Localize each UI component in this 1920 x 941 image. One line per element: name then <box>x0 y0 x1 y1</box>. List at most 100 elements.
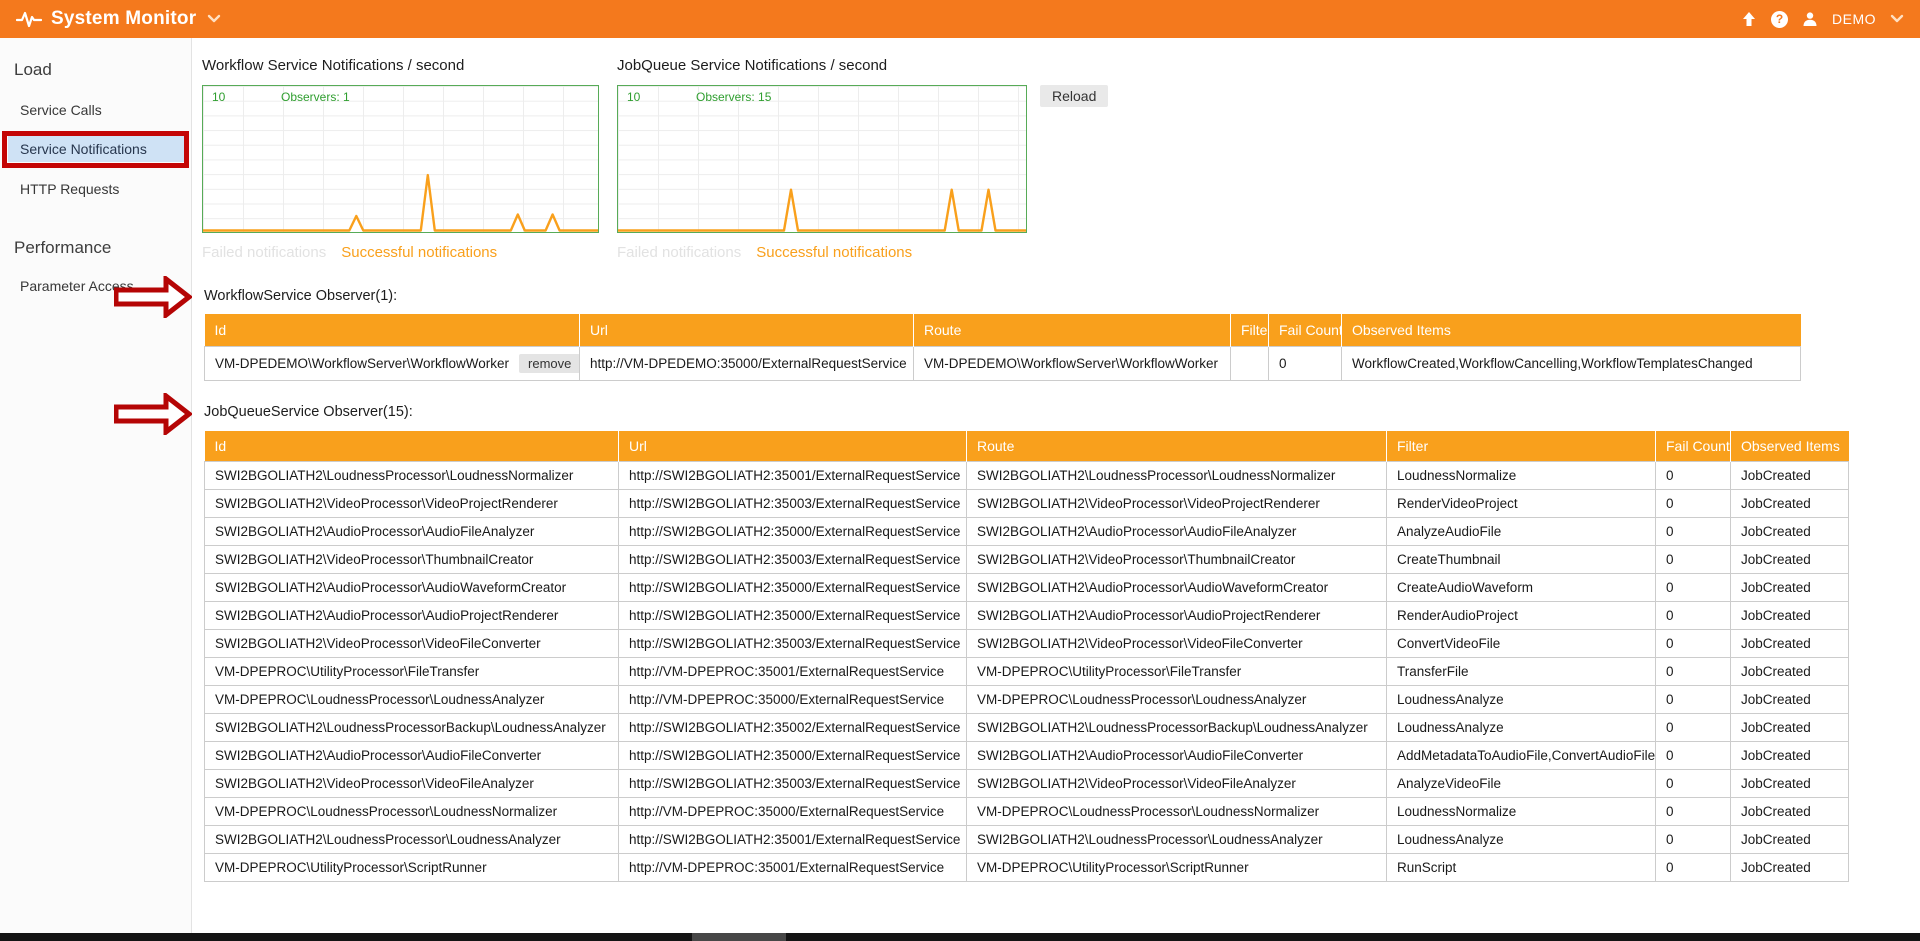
sidebar-item-service-notifications[interactable]: Service Notifications <box>8 136 184 162</box>
cell-observed-items: JobCreated <box>1731 601 1849 629</box>
cell-url: http://SWI2BGOLIATH2:35000/ExternalReque… <box>619 601 967 629</box>
cell-observed-items: JobCreated <box>1731 825 1849 853</box>
cell-filter: LoudnessNormalize <box>1387 461 1656 489</box>
sidebar-section-performance: Performance <box>14 238 111 258</box>
cell-id: VM-DPEPROC\UtilityProcessor\ScriptRunner <box>205 853 619 881</box>
cell-route: SWI2BGOLIATH2\VideoProcessor\VideoFileAn… <box>967 769 1387 797</box>
cell-filter: CreateThumbnail <box>1387 545 1656 573</box>
horizontal-scrollbar[interactable] <box>0 933 1920 941</box>
cell-url: http://SWI2BGOLIATH2:35000/ExternalReque… <box>619 517 967 545</box>
app-menu-chevron-icon[interactable] <box>207 14 221 24</box>
jobqueue-observer-heading: JobQueueService Observer(15): <box>204 404 413 420</box>
workflow-observer-table: IdUrlRouteFilterFail CountObserved Items… <box>204 314 1801 381</box>
sidebar-item-parameter-access[interactable]: Parameter Access <box>20 278 134 294</box>
pulse-icon <box>16 9 42 29</box>
column-header-url: Url <box>580 314 914 346</box>
cell-filter: AnalyzeAudioFile <box>1387 517 1656 545</box>
chart-title-workflow: Workflow Service Notifications / second <box>202 57 464 74</box>
column-header-filter: Filter <box>1231 314 1269 346</box>
user-icon <box>1802 11 1818 27</box>
cell-fail-count: 0 <box>1656 741 1731 769</box>
cell-id: SWI2BGOLIATH2\VideoProcessor\VideoProjec… <box>205 489 619 517</box>
cell-route: SWI2BGOLIATH2\LoudnessProcessorBackup\Lo… <box>967 713 1387 741</box>
cell-observed-items: JobCreated <box>1731 853 1849 881</box>
user-name[interactable]: DEMO <box>1832 11 1876 27</box>
cell-id: SWI2BGOLIATH2\AudioProcessor\AudioProjec… <box>205 601 619 629</box>
table-row: SWI2BGOLIATH2\VideoProcessor\VideoProjec… <box>205 489 1849 517</box>
user-menu-chevron-icon[interactable] <box>1890 14 1904 24</box>
cell-id: SWI2BGOLIATH2\AudioProcessor\AudioFileCo… <box>205 741 619 769</box>
table-row: SWI2BGOLIATH2\LoudnessProcessor\Loudness… <box>205 825 1849 853</box>
cell-fail-count: 0 <box>1656 713 1731 741</box>
chart-jobqueue: 10 Observers: 15 <box>617 85 1027 233</box>
cell-observed-items: JobCreated <box>1731 797 1849 825</box>
cell-fail-count: 0 <box>1656 489 1731 517</box>
cell-route: SWI2BGOLIATH2\VideoProcessor\VideoProjec… <box>967 489 1387 517</box>
cell-id: SWI2BGOLIATH2\LoudnessProcessor\Loudness… <box>205 461 619 489</box>
column-header-url: Url <box>619 431 967 461</box>
observer-id-text: VM-DPEDEMO\WorkflowServer\WorkflowWorker <box>215 356 509 371</box>
cell-route: VM-DPEPROC\UtilityProcessor\ScriptRunner <box>967 853 1387 881</box>
remove-button[interactable]: remove <box>519 354 579 373</box>
cell-url: http://SWI2BGOLIATH2:35003/ExternalReque… <box>619 629 967 657</box>
cell-fail-count: 0 <box>1656 685 1731 713</box>
cell-id: VM-DPEPROC\LoudnessProcessor\LoudnessNor… <box>205 797 619 825</box>
cell-url: http://SWI2BGOLIATH2:35001/ExternalReque… <box>619 461 967 489</box>
cell-filter: AddMetadataToAudioFile,ConvertAudioFile <box>1387 741 1656 769</box>
legend-successful-notifications: Successful notifications <box>341 244 497 261</box>
cell-fail-count: 0 <box>1269 346 1342 380</box>
cell-url: http://SWI2BGOLIATH2:35000/ExternalReque… <box>619 573 967 601</box>
cell-filter: ConvertVideoFile <box>1387 629 1656 657</box>
cell-filter: RunScript <box>1387 853 1656 881</box>
cell-fail-count: 0 <box>1656 601 1731 629</box>
cell-url: http://SWI2BGOLIATH2:35001/ExternalReque… <box>619 825 967 853</box>
cell-id: SWI2BGOLIATH2\VideoProcessor\VideoFileCo… <box>205 629 619 657</box>
cell-url: http://SWI2BGOLIATH2:35003/ExternalReque… <box>619 545 967 573</box>
cell-filter: RenderVideoProject <box>1387 489 1656 517</box>
cell-filter: AnalyzeVideoFile <box>1387 769 1656 797</box>
cell-id: SWI2BGOLIATH2\VideoProcessor\VideoFileAn… <box>205 769 619 797</box>
table-row: VM-DPEPROC\LoudnessProcessor\LoudnessNor… <box>205 797 1849 825</box>
table-row: VM-DPEDEMO\WorkflowServer\WorkflowWorker… <box>205 346 1801 380</box>
chart-workflow: 10 Observers: 1 <box>202 85 599 233</box>
column-header-fail-count: Fail Count <box>1269 314 1342 346</box>
chart-series-plot <box>618 86 1026 232</box>
table-row: SWI2BGOLIATH2\AudioProcessor\AudioProjec… <box>205 601 1849 629</box>
chart-legend-workflow: Failed notifications Successful notifica… <box>202 244 497 261</box>
cell-route: VM-DPEPROC\LoudnessProcessor\LoudnessNor… <box>967 797 1387 825</box>
cell-id: SWI2BGOLIATH2\LoudnessProcessor\Loudness… <box>205 825 619 853</box>
cell-url: http://SWI2BGOLIATH2:35000/ExternalReque… <box>619 741 967 769</box>
cell-observed-items: WorkflowCreated,WorkflowCancelling,Workf… <box>1342 346 1801 380</box>
table-row: SWI2BGOLIATH2\AudioProcessor\AudioFileCo… <box>205 741 1849 769</box>
cell-filter: TransferFile <box>1387 657 1656 685</box>
cell-observed-items: JobCreated <box>1731 713 1849 741</box>
column-header-fail-count: Fail Count <box>1656 431 1731 461</box>
cell-route: SWI2BGOLIATH2\LoudnessProcessor\Loudness… <box>967 825 1387 853</box>
sidebar-item-service-calls[interactable]: Service Calls <box>20 102 102 118</box>
column-header-filter: Filter <box>1387 431 1656 461</box>
sidebar-section-load: Load <box>14 60 52 80</box>
help-icon[interactable]: ? <box>1771 11 1788 28</box>
cell-id: VM-DPEDEMO\WorkflowServer\WorkflowWorker… <box>205 346 580 380</box>
cell-route: SWI2BGOLIATH2\AudioProcessor\AudioFileAn… <box>967 517 1387 545</box>
cell-observed-items: JobCreated <box>1731 629 1849 657</box>
sidebar-item-http-requests[interactable]: HTTP Requests <box>20 181 119 197</box>
cell-route: VM-DPEPROC\LoudnessProcessor\LoudnessAna… <box>967 685 1387 713</box>
horizontal-scrollbar-thumb[interactable] <box>692 933 786 941</box>
cell-id: SWI2BGOLIATH2\AudioProcessor\AudioFileAn… <box>205 517 619 545</box>
cell-fail-count: 0 <box>1656 573 1731 601</box>
table-row: SWI2BGOLIATH2\LoudnessProcessorBackup\Lo… <box>205 713 1849 741</box>
cell-observed-items: JobCreated <box>1731 517 1849 545</box>
cell-route: SWI2BGOLIATH2\AudioProcessor\AudioProjec… <box>967 601 1387 629</box>
app-title: System Monitor <box>51 8 196 30</box>
cell-filter: CreateAudioWaveform <box>1387 573 1656 601</box>
cell-id: SWI2BGOLIATH2\VideoProcessor\ThumbnailCr… <box>205 545 619 573</box>
column-header-route: Route <box>914 314 1231 346</box>
cell-filter: LoudnessNormalize <box>1387 797 1656 825</box>
cell-route: SWI2BGOLIATH2\LoudnessProcessor\Loudness… <box>967 461 1387 489</box>
up-arrow-icon[interactable] <box>1741 11 1757 27</box>
cell-route: VM-DPEPROC\UtilityProcessor\FileTransfer <box>967 657 1387 685</box>
reload-button[interactable]: Reload <box>1040 85 1108 107</box>
cell-filter: RenderAudioProject <box>1387 601 1656 629</box>
cell-id: VM-DPEPROC\UtilityProcessor\FileTransfer <box>205 657 619 685</box>
